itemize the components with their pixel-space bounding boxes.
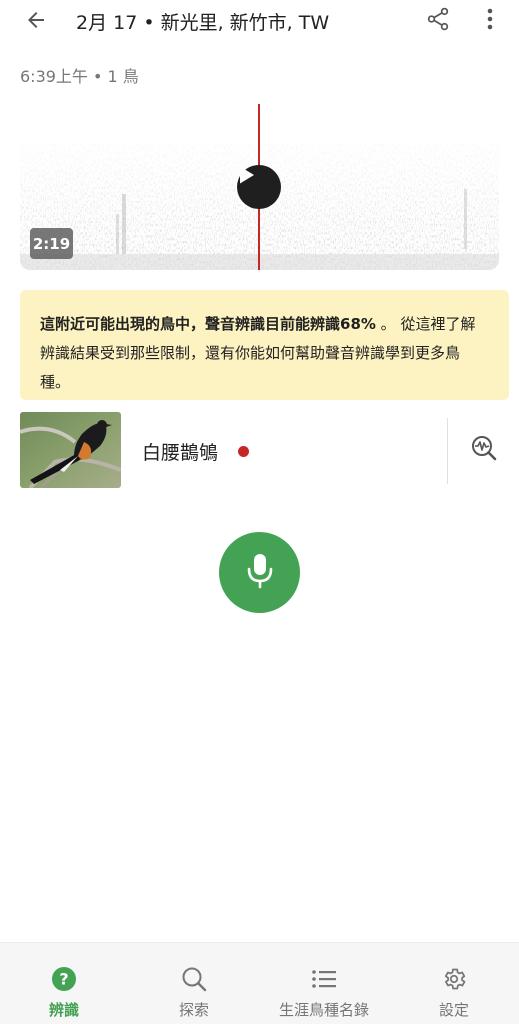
arrow-left-icon	[24, 8, 48, 36]
record-mic-button[interactable]	[219, 532, 300, 613]
result-list-item[interactable]: 白腰鵲鴝	[20, 412, 499, 490]
nav-label-settings: 設定	[438, 1001, 469, 1019]
microphone-icon	[245, 552, 275, 594]
play-button[interactable]	[237, 165, 281, 209]
search-icon	[180, 965, 208, 993]
divider	[447, 418, 448, 484]
svg-text:?: ?	[59, 970, 68, 989]
top-app-bar: 2月 17 • 新光里, 新竹市, TW	[0, 0, 519, 44]
share-icon	[425, 6, 451, 36]
more-options-button[interactable]	[474, 2, 506, 40]
duration-badge: 2:19	[30, 228, 73, 259]
share-button[interactable]	[420, 2, 456, 40]
more-vert-icon	[487, 8, 493, 34]
view-detections-button[interactable]	[466, 432, 502, 468]
banner-bold-text: 這附近可能出現的鳥中，聲音辨識目前能辨識68%	[40, 315, 376, 333]
accuracy-info-banner[interactable]: 這附近可能出現的鳥中，聲音辨識目前能辨識68% 。 從這裡了解辨識結果受到那些限…	[20, 290, 509, 400]
nav-label-explore: 探索	[178, 1001, 209, 1019]
detection-indicator-dot	[238, 446, 249, 457]
nav-item-settings[interactable]: 設定	[414, 943, 494, 1024]
list-icon	[310, 965, 338, 993]
bird-photo-thumbnail[interactable]	[20, 412, 121, 488]
nav-item-identify[interactable]: ? 辨識	[24, 943, 104, 1024]
page-title: 2月 17 • 新光里, 新竹市, TW	[76, 12, 330, 34]
gear-icon	[440, 965, 468, 993]
nav-item-explore[interactable]: 探索	[154, 943, 234, 1024]
spectrogram[interactable]: 2:19	[20, 104, 499, 270]
bottom-navigation: ? 辨識 探索 生涯鳥種名錄 設定	[0, 942, 519, 1024]
back-button[interactable]	[18, 4, 54, 40]
recording-meta: 6:39上午 • 1 鳥	[20, 67, 139, 86]
help-circle-icon: ?	[50, 965, 78, 993]
nav-label-life-list: 生涯鳥種名錄	[278, 1001, 369, 1019]
nav-item-life-list[interactable]: 生涯鳥種名錄	[264, 943, 384, 1024]
app-screen: 2月 17 • 新光里, 新竹市, TW 6:39上午 • 1 鳥 2:19 這…	[0, 0, 519, 1024]
nav-label-identify: 辨識	[48, 1001, 79, 1019]
waveform-search-icon	[470, 434, 498, 466]
species-name: 白腰鵲鴝	[142, 442, 219, 464]
